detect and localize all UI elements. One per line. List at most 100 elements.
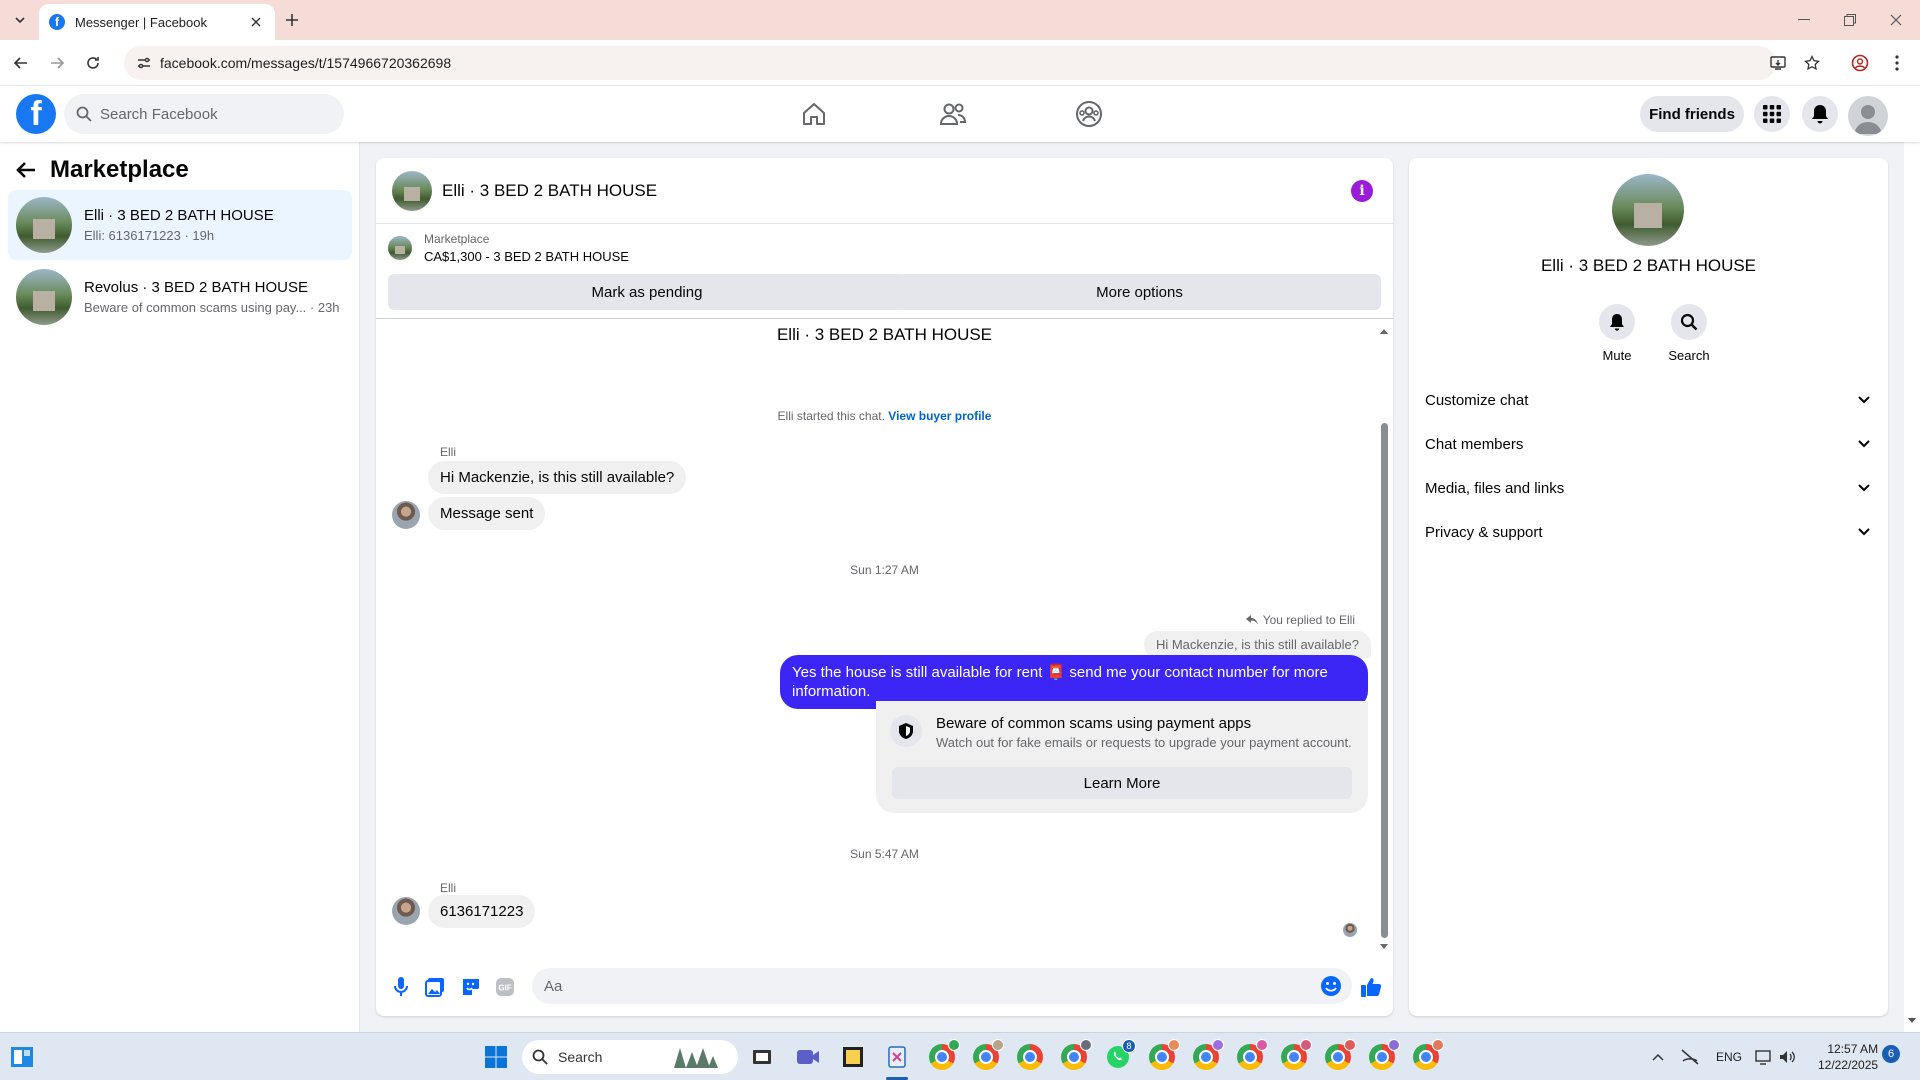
learn-more-button[interactable]: Learn More (892, 767, 1352, 799)
facebook-search-input[interactable]: Search Facebook (64, 94, 344, 134)
back-button[interactable] (10, 52, 32, 74)
minimize-button[interactable] (1793, 10, 1815, 30)
browser-toolbar: facebook.com/messages/t/1574966720362698 (0, 40, 1920, 86)
chrome-icon[interactable] (1192, 1039, 1224, 1071)
incoming-message[interactable]: Message sent (428, 497, 546, 530)
notification-count-badge[interactable]: 6 (1882, 1045, 1900, 1063)
photo-icon[interactable] (424, 976, 446, 998)
view-buyer-profile-link[interactable]: View buyer profile (888, 409, 991, 423)
page-scrollbar[interactable] (1904, 86, 1920, 1032)
menu-grid-button[interactable] (1754, 96, 1790, 132)
whatsapp-icon[interactable]: 8 (1104, 1039, 1136, 1071)
facebook-favicon-icon: f (49, 14, 65, 30)
chrome-icon[interactable] (1148, 1039, 1180, 1071)
install-app-icon[interactable] (1767, 52, 1789, 74)
privacy-support-row[interactable]: Privacy & support (1425, 512, 1872, 552)
conversation-item-elli[interactable]: Elli · 3 BED 2 BATH HOUSE Elli: 61361712… (8, 190, 352, 260)
taskbar-search[interactable]: Search (522, 1040, 738, 1074)
browser-tab[interactable]: f Messenger | Facebook (39, 4, 275, 40)
search-in-chat-button[interactable]: Search (1659, 304, 1719, 363)
chrome-icon[interactable] (1412, 1039, 1444, 1071)
forward-button[interactable] (46, 52, 68, 74)
arrow-right-icon (51, 57, 65, 69)
meet-icon[interactable] (794, 1043, 822, 1071)
listing-summary[interactable]: Marketplace CA$1,300 - 3 BED 2 BATH HOUS… (388, 232, 629, 264)
mute-label: Mute (1602, 348, 1632, 363)
panel-title: Marketplace (50, 156, 189, 183)
mark-as-pending-button[interactable]: Mark as pending (388, 274, 906, 310)
chrome-icon[interactable] (972, 1039, 1004, 1071)
chrome-icon[interactable] (1368, 1039, 1400, 1071)
sender-avatar (392, 897, 420, 925)
message-scrollbar[interactable] (1379, 329, 1389, 949)
volume-icon[interactable] (1774, 1043, 1802, 1071)
groups-nav-button[interactable] (1059, 94, 1119, 134)
chevron-up-icon[interactable] (1644, 1043, 1672, 1071)
info-icon[interactable]: i (1351, 180, 1373, 202)
incoming-message[interactable]: Hi Mackenzie, is this still available? (428, 461, 687, 494)
restore-button[interactable] (1839, 10, 1861, 30)
chrome-icon[interactable] (1324, 1039, 1356, 1071)
message-composer: GIF Aa (376, 958, 1393, 1016)
chrome-icon[interactable] (1016, 1043, 1044, 1071)
snipping-tool-icon[interactable] (883, 1043, 911, 1071)
chrome-icon[interactable] (928, 1039, 960, 1071)
conversation-list-panel: Marketplace Elli · 3 BED 2 BATH HOUSE El… (0, 142, 360, 1032)
quoted-message[interactable]: Hi Mackenzie, is this still available? (1143, 631, 1371, 658)
widgets-icon[interactable] (8, 1043, 36, 1071)
message-input[interactable]: Aa (532, 968, 1352, 1004)
chat-title[interactable]: Elli · 3 BED 2 BATH HOUSE (442, 181, 657, 201)
task-view-icon[interactable] (748, 1043, 776, 1071)
plus-icon (286, 14, 298, 26)
sticky-notes-icon[interactable] (839, 1043, 867, 1071)
friends-nav-button[interactable] (923, 94, 983, 134)
sticker-icon[interactable] (460, 976, 482, 998)
chat-profile-avatar[interactable] (1612, 174, 1684, 246)
reload-button[interactable] (82, 52, 104, 74)
customize-chat-row[interactable]: Customize chat (1425, 380, 1872, 420)
facebook-logo-icon[interactable]: f (16, 94, 56, 134)
bookmark-star-icon[interactable] (1801, 52, 1823, 74)
like-thumb-icon[interactable] (1360, 976, 1382, 998)
gif-icon[interactable]: GIF (494, 976, 516, 998)
start-button[interactable] (482, 1043, 510, 1071)
more-options-button[interactable]: More options (898, 274, 1381, 310)
media-files-links-row[interactable]: Media, files and links (1425, 468, 1872, 508)
notifications-button[interactable] (1802, 96, 1838, 132)
clock-time: 12:57 AM (1827, 1042, 1879, 1056)
microphone-icon[interactable] (390, 976, 412, 998)
friends-icon (939, 103, 967, 125)
new-tab-button[interactable] (282, 10, 302, 30)
chrome-icon[interactable] (1060, 1039, 1092, 1071)
find-friends-button[interactable]: Find friends (1640, 96, 1744, 132)
whatsapp-badge: 8 (1122, 1039, 1136, 1053)
message-thread[interactable]: Elli · 3 BED 2 BATH HOUSE Elli started t… (376, 318, 1393, 958)
close-window-button[interactable] (1885, 10, 1907, 30)
listing-label: Marketplace (424, 232, 490, 246)
search-icon (76, 106, 92, 122)
incoming-message[interactable]: 6136171223 (428, 895, 536, 928)
close-tab-icon[interactable] (247, 13, 265, 31)
chrome-icon[interactable] (1280, 1039, 1312, 1071)
chat-started-note: Elli started this chat. View buyer profi… (376, 409, 1393, 423)
chrome-icon[interactable] (1236, 1039, 1268, 1071)
trees-icon (674, 1048, 718, 1068)
conversation-item-revolus[interactable]: Revolus · 3 BED 2 BATH HOUSE Beware of c… (8, 262, 352, 332)
network-offline-icon[interactable] (1676, 1043, 1704, 1071)
emoji-icon[interactable] (1320, 975, 1342, 997)
chat-members-row[interactable]: Chat members (1425, 424, 1872, 464)
language-indicator[interactable]: ENG (1716, 1050, 1742, 1064)
search-icon (532, 1049, 548, 1065)
chat-avatar[interactable] (392, 170, 432, 211)
tab-search-button[interactable] (8, 8, 32, 32)
mute-button[interactable]: Mute (1587, 304, 1647, 363)
home-nav-button[interactable] (784, 94, 844, 134)
profile-icon[interactable] (1849, 52, 1871, 74)
back-arrow-icon[interactable] (16, 161, 36, 179)
listing-thumbnail (388, 236, 412, 260)
address-bar[interactable]: facebook.com/messages/t/1574966720362698 (124, 46, 1776, 80)
account-avatar[interactable] (1848, 96, 1888, 136)
scroll-thumb[interactable] (1381, 423, 1388, 938)
browser-menu-icon[interactable] (1886, 52, 1908, 74)
system-clock[interactable]: 12:57 AM 12/22/2025 (1818, 1041, 1878, 1073)
